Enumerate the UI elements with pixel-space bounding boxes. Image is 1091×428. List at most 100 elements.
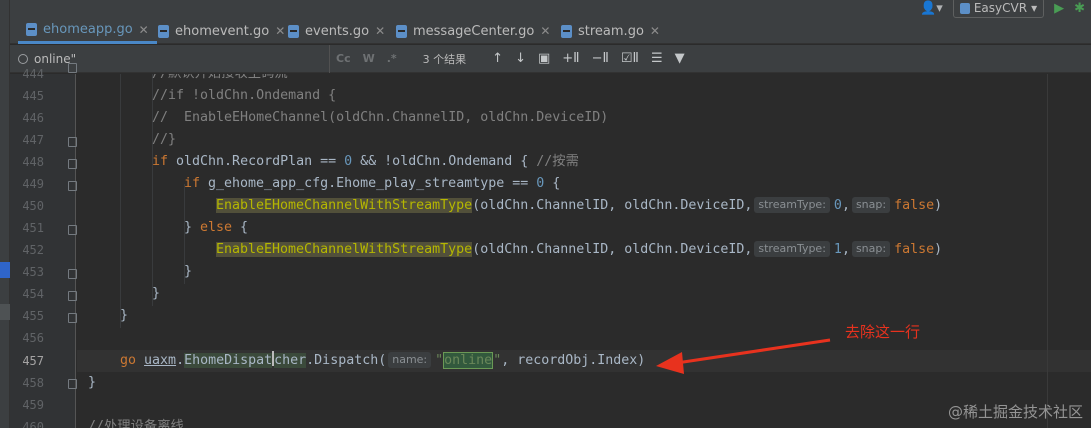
close-icon[interactable]: ✕ (139, 23, 149, 37)
line-number-current: 457 (22, 354, 44, 368)
code-line-452: EnableEHomeChannelWithStreamType(oldChn.… (216, 241, 943, 257)
code-line-450: EnableEHomeChannelWithStreamType(oldChn.… (216, 197, 943, 213)
search-results-count: 3 个结果 (422, 52, 467, 66)
fold-marker-icon[interactable] (68, 379, 77, 389)
run-config-label: EasyCVR (973, 1, 1028, 15)
fold-marker-icon[interactable] (68, 181, 77, 191)
line-number: 444 (22, 67, 44, 81)
line-number-gutter: 444 445 446 447 448 449 450 451 452 453 … (10, 67, 76, 428)
tab-label: events.go (305, 23, 370, 39)
line-number: 456 (22, 331, 44, 345)
code-line-451: } else { (184, 220, 249, 235)
close-icon[interactable]: ✕ (540, 24, 550, 38)
tab-label: ehomevent.go (175, 23, 270, 39)
line-number: 451 (22, 221, 44, 235)
select-occurrences-icon[interactable]: ☑Ⅱ (615, 51, 645, 66)
find-bar: online" Cc W .* 3 个结果 ↑ ↓ ▣ +Ⅱ −Ⅱ ☑Ⅱ ☰ ▼ (10, 44, 1091, 73)
fold-marker-icon[interactable] (68, 291, 77, 301)
add-occurrence-icon[interactable]: +Ⅱ (556, 51, 585, 66)
line-number: 452 (22, 243, 44, 257)
tab-label: ehomeapp.go (43, 22, 133, 37)
match-case-button[interactable]: Cc (330, 52, 357, 65)
code-line-448: if oldChn.RecordPlan == 0 && !oldChn.Ond… (152, 154, 579, 169)
fold-marker-icon[interactable] (68, 159, 77, 169)
close-icon[interactable]: ✕ (650, 24, 660, 38)
editor-tab-bar: ehomeapp.go ✕ ehomevent.go ✕ events.go ✕… (10, 0, 1091, 44)
search-icon (18, 53, 28, 64)
go-file-icon (396, 24, 407, 38)
select-all-occurrences-icon[interactable]: ▣ (532, 51, 556, 66)
line-number: 448 (22, 155, 44, 169)
fold-marker-icon[interactable] (68, 313, 77, 323)
remove-occurrence-icon[interactable]: −Ⅱ (586, 51, 615, 66)
line-number: 453 (22, 265, 44, 279)
search-match: online (443, 352, 494, 369)
go-file-icon (26, 23, 37, 36)
code-line-455: } (120, 308, 129, 323)
strip-marker (0, 304, 10, 320)
line-number: 447 (22, 133, 44, 147)
line-number: 459 (22, 398, 44, 412)
code-line-445: //if !oldChn.Ondemand { (152, 88, 337, 103)
line-number: 455 (22, 309, 44, 323)
fold-marker-icon[interactable] (68, 269, 77, 279)
fold-marker-icon[interactable] (68, 137, 77, 147)
regex-button[interactable]: .* (381, 52, 403, 65)
arrow-down-icon[interactable]: ↓ (509, 51, 532, 66)
line-number: 450 (22, 199, 44, 213)
user-icon[interactable]: 👤▾ (920, 1, 943, 16)
filter-settings-icon[interactable]: ☰ (645, 51, 669, 66)
right-margin-guide (1047, 74, 1048, 428)
tab-stream-go[interactable]: stream.go ✕ (553, 18, 668, 44)
line-number: 446 (22, 111, 44, 125)
line-number: 445 (22, 89, 44, 103)
tab-messagecenter-go[interactable]: messageCenter.go ✕ (388, 18, 558, 44)
tab-label: messageCenter.go (413, 23, 535, 39)
strip-marker (0, 262, 10, 278)
go-file-icon (561, 24, 572, 38)
close-icon[interactable]: ✕ (375, 24, 385, 38)
line-number: 449 (22, 177, 44, 191)
code-line-446: // EnableEHomeChannel(oldChn.ChannelID, … (152, 110, 609, 125)
chevron-down-icon: ▾ (1031, 1, 1038, 15)
code-line-457: go uaxm.EhomeDispat cher.Dispatch(name: "o… (120, 351, 646, 369)
code-line-458: } (88, 375, 97, 390)
go-file-icon (959, 2, 970, 14)
fold-marker-icon[interactable] (68, 63, 77, 73)
go-file-icon (158, 24, 169, 38)
code-line-447: //} (152, 132, 177, 147)
code-editor[interactable]: //默认开始接收主码流 //if !oldChn.Ondemand { // E… (77, 74, 1091, 428)
tab-ehomevent-go[interactable]: ehomevent.go ✕ (150, 18, 293, 44)
param-hint: streamType: (754, 197, 830, 213)
filter-icon[interactable]: ▼ (669, 51, 691, 66)
code-line-449: if g_ehome_app_cfg.Ehome_play_streamtype… (184, 176, 561, 191)
indent-guide (120, 74, 121, 328)
tab-events-go[interactable]: events.go ✕ (280, 18, 393, 44)
code-line-454: } (152, 286, 161, 301)
tab-ehomeapp-go[interactable]: ehomeapp.go ✕ (18, 18, 157, 44)
watermark: @稀土掘金技术社区 (947, 403, 1083, 421)
search-input[interactable]: online" (10, 44, 330, 73)
line-number: 454 (22, 287, 44, 301)
go-file-icon (288, 24, 299, 38)
run-icon[interactable]: ▶ (1054, 1, 1064, 16)
fold-marker-icon[interactable] (68, 225, 77, 235)
code-line-453: } (184, 264, 193, 279)
param-hint: streamType: (754, 241, 830, 257)
line-number: 460 (22, 420, 44, 428)
annotation-label: 去除这一行 (845, 323, 921, 341)
arrow-up-icon[interactable]: ↑ (486, 51, 509, 66)
param-hint: snap: (851, 197, 891, 213)
run-configuration-select[interactable]: EasyCVR ▾ (952, 0, 1045, 18)
whole-word-button[interactable]: W (357, 52, 381, 65)
param-hint: name: (388, 352, 432, 368)
tool-window-strip (0, 0, 10, 428)
code-line-460: //处理设备离线 (88, 419, 184, 428)
tab-label: stream.go (578, 23, 644, 39)
line-number: 458 (22, 376, 44, 390)
debug-icon[interactable]: ✱ (1074, 1, 1085, 16)
run-toolbar: 👤▾ EasyCVR ▾ ▶ ✱ (920, 0, 1091, 20)
code-line-444: //默认开始接收主码流 (152, 74, 288, 85)
annotation-arrow (656, 338, 831, 374)
param-hint: snap: (851, 241, 891, 257)
